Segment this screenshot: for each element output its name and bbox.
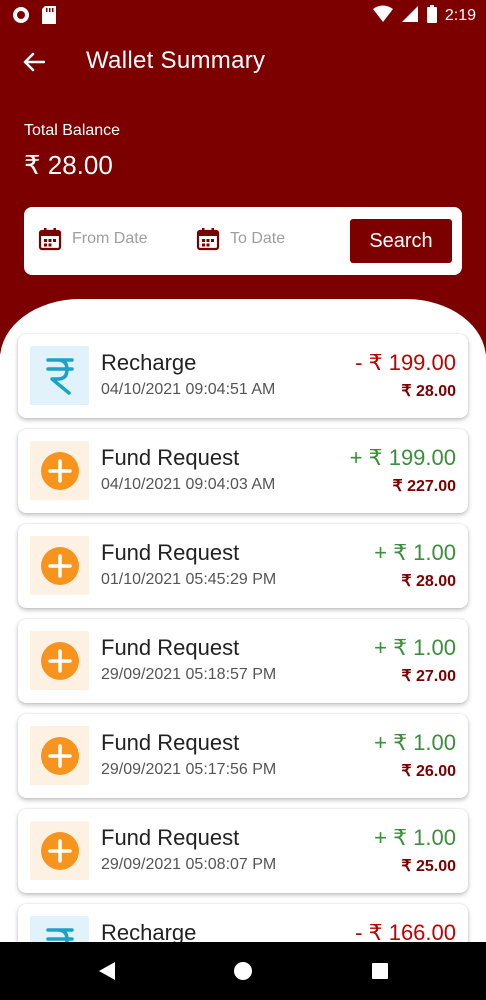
- transaction-title: Fund Request: [101, 445, 240, 470]
- balance-value: ₹ 28.00: [24, 150, 113, 180]
- transaction-list[interactable]: Recharge 04/10/2021 09:04:51 AM - ₹ 199.00…: [18, 334, 468, 942]
- transaction-amount: + ₹ 1.00: [374, 825, 456, 850]
- status-bar: 2:19: [0, 0, 486, 32]
- transaction-datetime: 04/10/2021 09:04:03 AM: [101, 476, 276, 493]
- transaction-amount: + ₹ 199.00: [349, 445, 456, 470]
- sd-card-icon: [42, 6, 56, 28]
- transaction-title: Fund Request: [101, 825, 240, 850]
- transaction-balance: ₹ 26.00: [401, 763, 456, 780]
- calendar-icon: [38, 228, 62, 251]
- to-date-field[interactable]: To Date: [196, 227, 285, 251]
- from-date-field[interactable]: From Date: [38, 227, 148, 251]
- transaction-sheet: Recharge 04/10/2021 09:04:51 AM - ₹ 199.00…: [0, 299, 486, 942]
- transaction-datetime: 04/10/2021 09:04:51 AM: [101, 381, 276, 398]
- back-button[interactable]: [20, 48, 48, 76]
- transaction-datetime: 29/09/2021 05:18:57 PM: [101, 666, 277, 683]
- plus-circle-icon: [30, 441, 89, 500]
- transaction-balance: ₹ 28.00: [401, 573, 456, 590]
- status-time: 2:19: [444, 7, 476, 24]
- plus-circle-icon: [30, 536, 89, 595]
- transaction-row[interactable]: Fund Request 29/09/2021 05:08:07 PM + ₹ 1.…: [18, 809, 468, 893]
- square-recents-icon: [372, 963, 388, 979]
- transaction-row[interactable]: Fund Request 04/10/2021 09:04:03 AM + ₹ 19…: [18, 429, 468, 513]
- transaction-title: Recharge: [101, 920, 197, 942]
- transaction-balance: ₹ 227.00: [392, 478, 456, 495]
- circle-home-icon: [234, 962, 252, 980]
- transaction-amount: + ₹ 1.00: [374, 635, 456, 660]
- transaction-title: Fund Request: [101, 730, 240, 755]
- rupee-icon: [30, 916, 89, 942]
- plus-circle-icon: [30, 821, 89, 880]
- cell-signal-icon: [401, 5, 419, 27]
- transaction-title: Recharge: [101, 350, 197, 375]
- transaction-row[interactable]: Fund Request 29/09/2021 05:17:56 PM + ₹ 1.…: [18, 714, 468, 798]
- triangle-back-icon: [99, 962, 115, 980]
- transaction-balance: ₹ 27.00: [401, 668, 456, 685]
- transaction-amount: + ₹ 1.00: [374, 540, 456, 565]
- battery-icon: [426, 5, 437, 27]
- arrow-left-icon: [23, 52, 45, 72]
- plus-circle-icon: [30, 726, 89, 785]
- from-date-placeholder: From Date: [72, 230, 148, 247]
- date-filter-card: From Date To Date Search: [24, 207, 462, 275]
- nav-home-button[interactable]: [233, 961, 253, 981]
- transaction-amount: - ₹ 199.00: [355, 350, 456, 375]
- transaction-datetime: 29/09/2021 05:08:07 PM: [101, 856, 277, 873]
- nav-recents-button[interactable]: [370, 961, 390, 981]
- transaction-row[interactable]: Fund Request 01/10/2021 05:45:29 PM + ₹ 1.…: [18, 524, 468, 608]
- transaction-amount: + ₹ 1.00: [374, 730, 456, 755]
- app-bar: Wallet Summary: [0, 32, 486, 94]
- transaction-row[interactable]: Recharge 04/10/2021 09:04:51 AM - ₹ 199.00…: [18, 334, 468, 418]
- balance-label: Total Balance: [24, 122, 121, 139]
- system-nav-bar: [0, 942, 486, 1000]
- nav-back-button[interactable]: [97, 961, 117, 981]
- transaction-datetime: 29/09/2021 05:17:56 PM: [101, 761, 277, 778]
- transaction-amount: - ₹ 166.00: [355, 920, 456, 942]
- page-title: Wallet Summary: [86, 47, 266, 74]
- calendar-icon: [196, 228, 220, 251]
- plus-circle-icon: [30, 631, 89, 690]
- search-button[interactable]: Search: [350, 219, 452, 263]
- transaction-datetime: 01/10/2021 05:45:29 PM: [101, 571, 277, 588]
- app-notification-icon: [12, 6, 30, 28]
- transaction-balance: ₹ 28.00: [401, 383, 456, 400]
- to-date-placeholder: To Date: [230, 230, 286, 247]
- transaction-balance: ₹ 25.00: [401, 858, 456, 875]
- transaction-row[interactable]: Recharge - ₹ 166.00: [18, 904, 468, 942]
- transaction-title: Fund Request: [101, 540, 240, 565]
- rupee-icon: [30, 346, 89, 405]
- wifi-icon: [372, 5, 393, 27]
- transaction-row[interactable]: Fund Request 29/09/2021 05:18:57 PM + ₹ 1.…: [18, 619, 468, 703]
- transaction-title: Fund Request: [101, 635, 240, 660]
